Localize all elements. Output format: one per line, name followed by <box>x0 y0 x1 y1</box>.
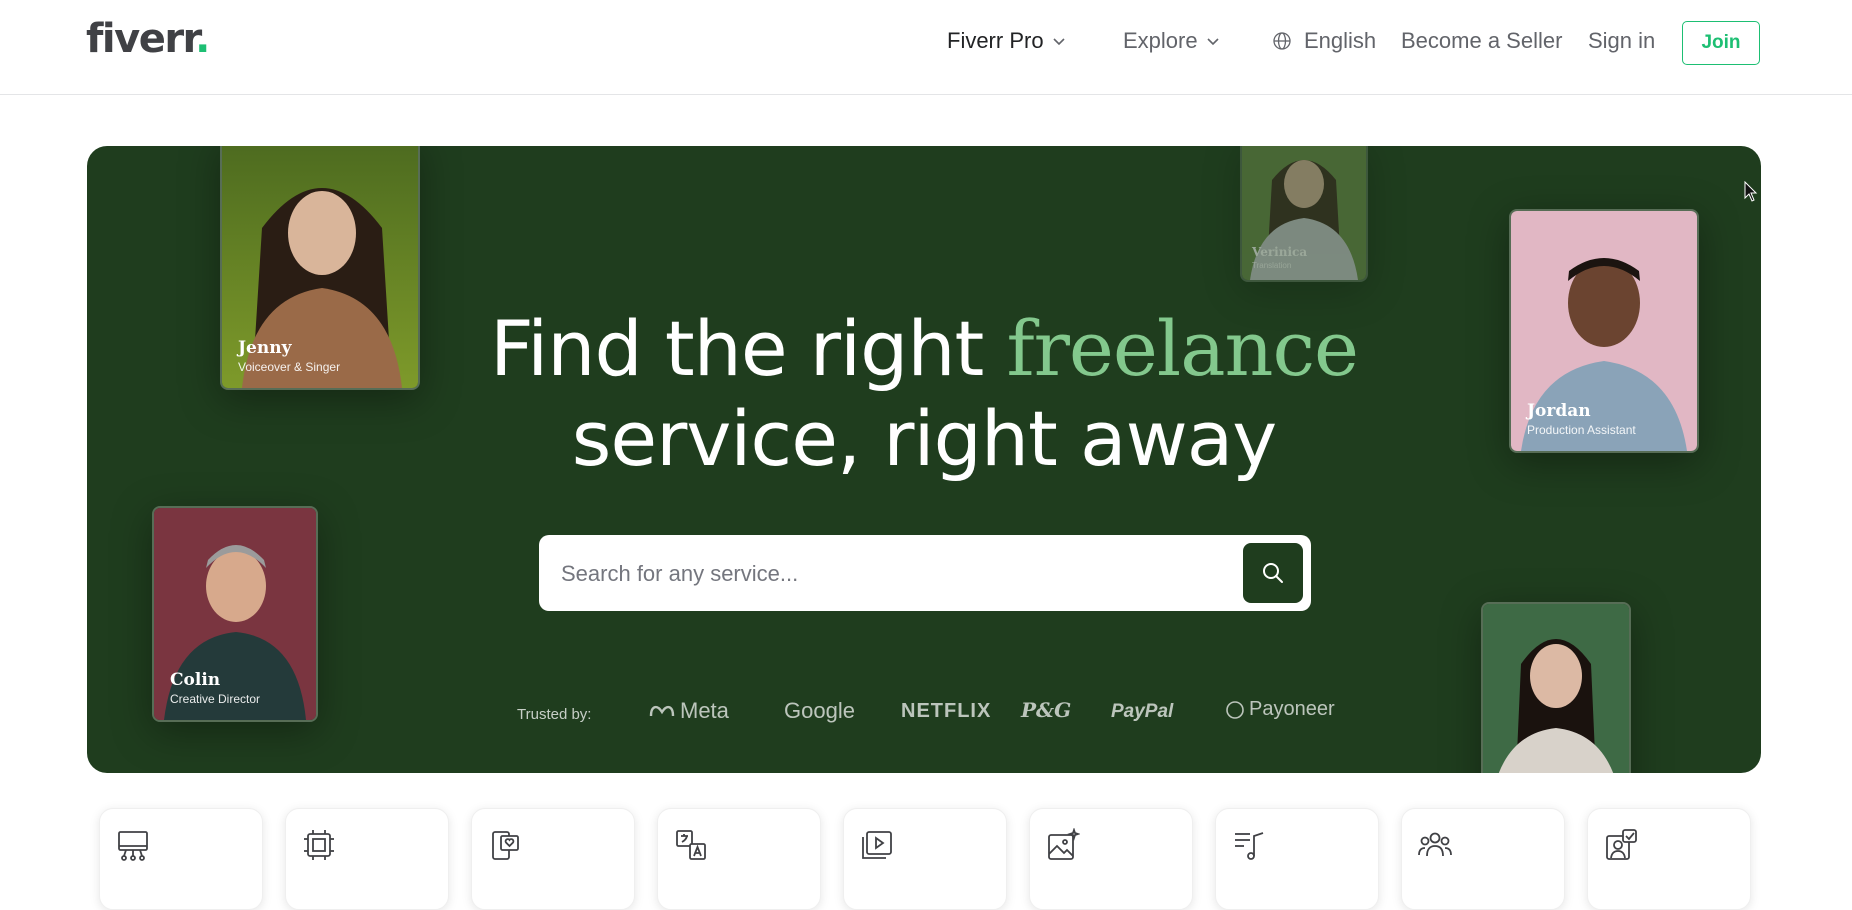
nav-sign-in[interactable]: Sign in <box>1588 28 1655 54</box>
freelancer-role: Creative Director <box>170 692 261 706</box>
translate-icon <box>676 830 706 860</box>
brand-payoneer: Payoneer <box>1225 698 1335 721</box>
category-tile[interactable] <box>1401 808 1565 910</box>
music-notes-icon <box>1235 832 1264 860</box>
join-button[interactable]: Join <box>1682 21 1760 65</box>
nav-become-seller-label: Become a Seller <box>1401 28 1563 53</box>
nav-explore[interactable]: Explore <box>1123 28 1220 54</box>
category-tile[interactable] <box>1587 808 1751 910</box>
freelancer-name: Colin <box>170 670 221 690</box>
freelancer-role: Translation <box>1252 261 1292 270</box>
hero-title-line2: service, right away <box>571 394 1278 483</box>
hero-banner: Jenny Voiceover & Singer Colin Creative … <box>87 146 1761 773</box>
category-tile[interactable] <box>1215 808 1379 910</box>
mouse-cursor-icon <box>1744 181 1758 202</box>
brand-payoneer-label: Payoneer <box>1249 698 1335 720</box>
nav-become-seller[interactable]: Become a Seller <box>1401 28 1562 54</box>
presentation-icon <box>118 831 148 861</box>
search-input[interactable] <box>559 553 1223 595</box>
brand-netflix-label: NETFLIX <box>901 700 992 722</box>
category-tile[interactable] <box>285 808 449 910</box>
brand-paypal-label: PayPal <box>1111 701 1174 722</box>
people-group-icon <box>1418 832 1452 857</box>
brand-google-label: Google <box>784 698 855 723</box>
freelancer-card-verinica: Verinica Translation <box>1240 146 1368 282</box>
freelancer-card-colin: Colin Creative Director <box>152 506 318 722</box>
brand-netflix: NETFLIX <box>901 700 991 723</box>
nav-fiverr-pro[interactable]: Fiverr Pro <box>947 28 1066 54</box>
hero-title-line1: Find the right freelance <box>87 304 1761 393</box>
chevron-down-icon <box>1052 38 1065 46</box>
freelancer-portrait <box>1483 604 1629 773</box>
video-play-icon <box>862 831 892 859</box>
payoneer-logo-icon <box>1226 700 1244 719</box>
category-tile[interactable] <box>471 808 635 910</box>
brand-meta: Meta <box>648 698 729 724</box>
nav-fiverr-pro-label: Fiverr Pro <box>947 28 1044 53</box>
search-bar <box>539 535 1311 611</box>
brand-google: Google <box>784 698 855 724</box>
search-icon <box>1263 563 1283 583</box>
trusted-by-label: Trusted by: <box>517 706 592 723</box>
ai-chip-icon <box>304 830 334 860</box>
category-tile[interactable] <box>1029 808 1193 910</box>
brand-meta-label: Meta <box>680 698 729 723</box>
freelancer-caption: Verinica Translation <box>1252 245 1307 270</box>
nav-language-label: English <box>1304 28 1377 53</box>
nav-sign-in-label: Sign in <box>1588 28 1656 53</box>
meta-logo-icon <box>649 705 675 717</box>
image-sparkle-icon <box>1048 828 1080 860</box>
category-tile[interactable] <box>843 808 1007 910</box>
freelancer-caption: Colin Creative Director <box>170 670 260 706</box>
hero-title-accent: freelance <box>1006 304 1359 393</box>
category-tile[interactable] <box>99 808 263 910</box>
brand-pg: P&G <box>1021 698 1071 722</box>
search-button[interactable] <box>1243 543 1303 603</box>
globe-icon <box>1273 32 1291 50</box>
top-header: fiverr. Fiverr Pro Explore English Becom… <box>0 0 1852 95</box>
fiverr-logo[interactable]: fiverr. <box>86 16 210 62</box>
nav-explore-label: Explore <box>1123 28 1198 53</box>
join-button-label: Join <box>1701 32 1741 53</box>
chevron-down-icon <box>1207 38 1219 46</box>
mobile-heart-icon <box>492 831 519 860</box>
profile-check-icon <box>1606 829 1637 860</box>
freelancer-card <box>1481 602 1631 773</box>
brand-paypal: PayPal <box>1111 701 1173 723</box>
hero-title-prefix: Find the right <box>489 304 1007 393</box>
freelancer-name: Verinica <box>1252 245 1308 259</box>
category-tile[interactable] <box>657 808 821 910</box>
brand-pg-label: P&G <box>1021 698 1072 722</box>
nav-language[interactable]: English <box>1272 28 1376 54</box>
